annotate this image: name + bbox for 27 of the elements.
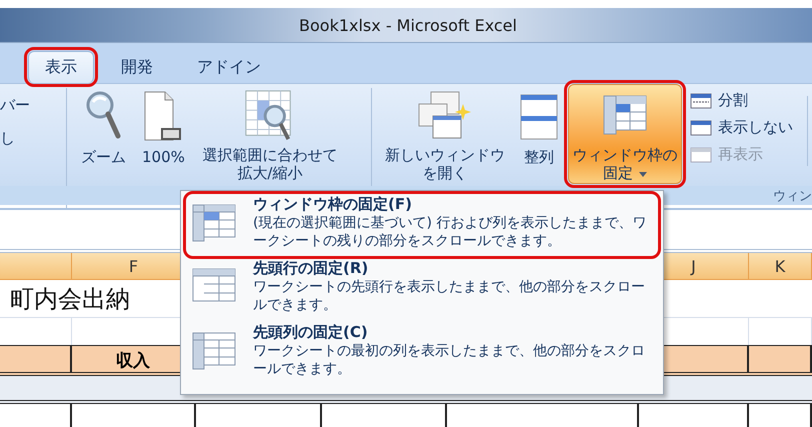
- ribbon-tab[interactable]: 開発: [104, 51, 170, 83]
- window-icon: [690, 120, 712, 136]
- frozen-grid-icon: [191, 203, 237, 243]
- menu-item-description: ワークシートの先頭行を表示したままで、他の部分をスクロールできます。: [253, 278, 646, 314]
- ribbon-button[interactable]: 選択範囲に合わせて拡大/縮小: [196, 84, 343, 184]
- ribbon-label: し: [0, 129, 15, 148]
- caret-icon: [639, 172, 647, 177]
- ribbon-button[interactable]: 分割: [688, 88, 795, 113]
- ribbon-button[interactable]: 100%: [138, 84, 189, 184]
- window-icon: [690, 146, 712, 162]
- ribbon-label: バー: [0, 96, 30, 115]
- frozen-grid-icon: [191, 331, 237, 371]
- window-title: Book1xlsx - Microsoft Excel: [298, 16, 517, 34]
- menu-item-description: (現在の選択範囲に基づいて) 行および列を表示したままで、ワークシートの残りの部分をスクロールできます。: [253, 214, 648, 250]
- menu-item-title: ウィンドウ枠の固定(F): [253, 195, 413, 214]
- ribbon-button[interactable]: 新しいウィンドウを開く: [380, 84, 510, 184]
- split-window-icon: [690, 92, 712, 108]
- menu-item-title: 先頭行の固定(R): [253, 259, 370, 278]
- ribbon-tab[interactable]: アドイン: [180, 51, 278, 83]
- menu-item-description: ワークシートの最初の列を表示したままで、他の部分をスクロールできます。: [253, 342, 646, 378]
- sheet-title-cell-text: 町内会出納: [9, 284, 130, 314]
- group-label: ウィン: [773, 188, 812, 204]
- ribbon-button[interactable]: ズーム: [77, 84, 130, 184]
- column-header[interactable]: K: [749, 253, 812, 279]
- ribbon-button[interactable]: 整列: [516, 84, 562, 184]
- menu-item-title: 先頭列の固定(C): [253, 323, 369, 342]
- ribbon-button[interactable]: 表示しない: [688, 115, 795, 140]
